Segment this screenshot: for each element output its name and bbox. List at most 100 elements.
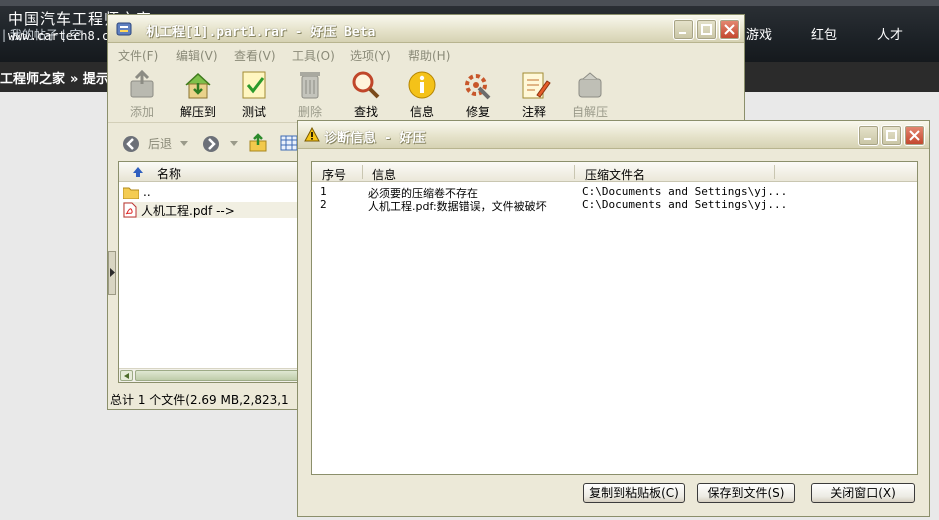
diag-minimize-button[interactable] xyxy=(858,125,879,146)
close-button[interactable] xyxy=(719,19,740,40)
row-index: 1 xyxy=(320,185,327,198)
view-mode-icon[interactable] xyxy=(280,135,298,151)
sort-up-icon xyxy=(133,167,143,177)
maximize-icon xyxy=(886,130,897,141)
diag-titlebar[interactable]: 诊断信息 - 好压 xyxy=(298,121,929,149)
menu-view[interactable]: 查看(V) xyxy=(234,47,276,64)
diagnostic-dialog: 诊断信息 - 好压 序号 信息 压缩文件名 1 必须要的压缩卷不存在 C:\Do… xyxy=(297,120,930,517)
tool-add-label: 添加 xyxy=(129,105,154,119)
column-archive-header[interactable]: 压缩文件名 xyxy=(585,166,645,183)
sfx-icon xyxy=(578,72,602,98)
delete-icon xyxy=(300,72,320,99)
website-nav-talent[interactable]: 人才 xyxy=(877,24,903,43)
column-separator[interactable] xyxy=(774,165,775,179)
pane-splitter-handle[interactable] xyxy=(108,251,116,295)
save-to-file-button[interactable]: 保存到文件(S) xyxy=(697,483,795,503)
tool-extract-label: 解压到 xyxy=(179,105,216,119)
tool-sfx-label: 自解压 xyxy=(571,105,608,119)
website-nav-games[interactable]: 游戏 xyxy=(746,24,772,43)
tool-comment-label: 注释 xyxy=(521,105,546,119)
back-dropdown-icon[interactable] xyxy=(180,141,188,147)
file-row-name: .. xyxy=(143,185,151,199)
file-list-pane: 名称 .. 人机工程.pdf --> xyxy=(118,161,318,383)
splitter-arrow-icon xyxy=(110,268,115,277)
extract-icon xyxy=(185,72,211,99)
tool-info-button[interactable]: 信息 xyxy=(396,69,448,121)
add-icon xyxy=(130,69,154,98)
archive-app-icon xyxy=(116,22,132,36)
main-titlebar[interactable]: 机工程[1].part1.rar - 好压 Beta xyxy=(108,15,744,43)
main-window-title: 机工程[1].part1.rar - 好压 Beta xyxy=(146,25,376,40)
menu-options[interactable]: 选项(Y) xyxy=(350,47,391,64)
copy-to-clipboard-button[interactable]: 复制到粘贴板(C) xyxy=(583,483,685,503)
menu-tools[interactable]: 工具(O) xyxy=(292,47,335,64)
file-row-pdf[interactable]: 人机工程.pdf --> xyxy=(123,202,303,218)
row-archive: C:\Documents and Settings\yj... xyxy=(582,185,788,198)
website-breadcrumb-current: » 提示 xyxy=(70,72,109,87)
status-bar-text: 总计 1 个文件(2.69 MB,2,823,1 xyxy=(110,393,289,407)
file-row-name: 人机工程.pdf --> xyxy=(141,204,235,218)
up-folder-icon[interactable] xyxy=(248,133,268,153)
maximize-button[interactable] xyxy=(696,19,717,40)
tool-test-label: 测试 xyxy=(241,105,266,119)
scroll-left-icon xyxy=(124,373,129,379)
warning-icon xyxy=(304,127,320,142)
maximize-icon xyxy=(701,24,712,35)
comment-icon xyxy=(522,72,551,99)
diagnostic-row[interactable]: 2 人机工程.pdf:数据错误，文件被破坏 C:\Documents and S… xyxy=(312,198,917,213)
tool-add-button[interactable]: 添加 xyxy=(116,69,168,121)
tool-comment-button[interactable]: 注释 xyxy=(508,69,560,121)
diag-title: 诊断信息 - 好压 xyxy=(324,131,426,146)
find-icon xyxy=(352,71,380,99)
tool-test-button[interactable]: 测试 xyxy=(228,69,280,121)
close-icon xyxy=(724,24,735,35)
toolbar: 添加 解压到 测试 删除 查找 信息 修复 注释 自解压 xyxy=(108,67,744,123)
tool-extract-button[interactable]: 解压到 xyxy=(172,69,224,121)
file-list-header[interactable]: 名称 xyxy=(119,162,317,182)
forward-dropdown-icon[interactable] xyxy=(230,141,238,147)
diagnostic-list-header: 序号 信息 压缩文件名 xyxy=(312,162,917,182)
menu-bar: 文件(F) 编辑(V) 查看(V) 工具(O) 选项(Y) 帮助(H) xyxy=(108,43,744,65)
tool-find-label: 查找 xyxy=(353,105,378,119)
pdf-icon xyxy=(123,202,137,218)
column-index-header[interactable]: 序号 xyxy=(322,166,346,183)
close-icon xyxy=(909,130,920,141)
column-separator[interactable] xyxy=(362,165,363,179)
row-index: 2 xyxy=(320,198,327,211)
tool-repair-label: 修复 xyxy=(465,105,490,119)
tool-delete-label: 删除 xyxy=(297,105,322,119)
back-button-label[interactable]: 后退 xyxy=(148,135,172,152)
minimize-button[interactable] xyxy=(673,19,694,40)
tool-delete-button[interactable]: 删除 xyxy=(284,69,336,121)
diagnostic-row[interactable]: 1 必须要的压缩卷不存在 C:\Documents and Settings\y… xyxy=(312,185,917,200)
diag-maximize-button[interactable] xyxy=(881,125,902,146)
row-archive: C:\Documents and Settings\yj... xyxy=(582,198,788,211)
column-info-header[interactable]: 信息 xyxy=(372,166,396,183)
column-separator[interactable] xyxy=(574,165,575,179)
folder-icon xyxy=(123,187,139,199)
tool-sfx-button[interactable]: 自解压 xyxy=(564,69,616,121)
minimize-icon xyxy=(864,138,871,140)
menu-help[interactable]: 帮助(H) xyxy=(408,47,450,64)
website-header-topline xyxy=(0,0,939,6)
tool-find-button[interactable]: 查找 xyxy=(340,69,392,121)
back-arrow-icon[interactable] xyxy=(122,135,140,153)
repair-icon xyxy=(465,74,491,100)
test-icon xyxy=(242,71,266,99)
scrollbar-thumb[interactable] xyxy=(135,370,315,381)
menu-file[interactable]: 文件(F) xyxy=(118,47,158,64)
forward-arrow-icon[interactable] xyxy=(202,135,220,153)
website-breadcrumb-home[interactable]: 工程师之家 xyxy=(0,68,65,87)
close-window-button[interactable]: 关闭窗口(X) xyxy=(811,483,915,503)
row-info: 人机工程.pdf:数据错误，文件被破坏 xyxy=(368,200,547,213)
column-name-header: 名称 xyxy=(157,167,182,181)
tool-repair-button[interactable]: 修复 xyxy=(452,69,504,121)
tool-info-label: 信息 xyxy=(409,105,434,119)
horizontal-scrollbar[interactable] xyxy=(119,368,317,382)
diag-close-button[interactable] xyxy=(904,125,925,146)
website-nav-redpacket[interactable]: 红包 xyxy=(811,24,837,43)
diagnostic-list: 序号 信息 压缩文件名 1 必须要的压缩卷不存在 C:\Documents an… xyxy=(311,161,918,475)
menu-edit[interactable]: 编辑(V) xyxy=(176,47,218,64)
info-icon xyxy=(408,71,436,99)
scroll-left-button[interactable] xyxy=(120,370,133,381)
